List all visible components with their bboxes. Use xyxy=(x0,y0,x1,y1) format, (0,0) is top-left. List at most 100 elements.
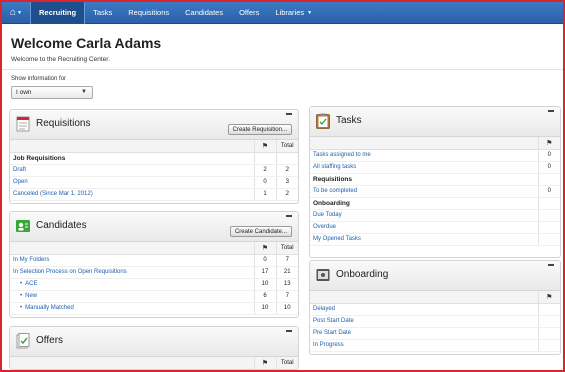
task-count: 0 xyxy=(537,149,560,162)
tasks-panel: Tasks ⚑ Tasks assigned to me 0 All staff… xyxy=(309,106,561,258)
flag-icon: ⚑ xyxy=(546,139,553,147)
bullet-icon: • xyxy=(20,281,23,287)
total-count: 7 xyxy=(275,254,298,267)
row-link[interactable]: In My Folders xyxy=(10,254,254,267)
tasks-table: ⚑ Tasks assigned to me 0 All staffing ta… xyxy=(310,137,560,246)
row-link[interactable]: Draft xyxy=(10,164,254,177)
nav-offers[interactable]: Offers xyxy=(231,2,267,24)
total-count: 3 xyxy=(275,176,298,189)
row-link[interactable]: • Manually Matched xyxy=(10,302,254,315)
table-row: To be completed 0 xyxy=(310,185,560,198)
home-menu[interactable]: ⌂ ▼ xyxy=(2,2,30,24)
nav-offers-label: Offers xyxy=(239,8,260,17)
bullet-icon: • xyxy=(20,293,23,299)
minimize-icon[interactable] xyxy=(286,330,292,332)
table-header-row: ⚑ Total xyxy=(10,242,298,255)
tasks-panel-header: Tasks xyxy=(310,107,560,137)
section-row: Requisitions xyxy=(310,173,560,186)
nav-recruiting-label: Recruiting xyxy=(39,8,77,17)
section-row: Job Requisitions xyxy=(10,152,298,165)
total-count: 13 xyxy=(275,278,298,291)
table-header-row: ⚑ Total xyxy=(10,140,298,153)
minimize-icon[interactable] xyxy=(286,215,292,217)
flag-count: 10 xyxy=(253,278,276,291)
row-link[interactable]: • New xyxy=(10,290,254,303)
row-link[interactable]: To be completed xyxy=(310,185,538,198)
row-link[interactable]: • ACE xyxy=(10,278,254,291)
table-row: All staffing tasks 0 xyxy=(310,161,560,174)
candidates-panel: Candidates Create Candidate... ⚑ Total I… xyxy=(9,211,299,318)
requisitions-title: Requisitions xyxy=(36,118,91,129)
task-count: 0 xyxy=(537,161,560,174)
nav-tasks[interactable]: Tasks xyxy=(85,2,120,24)
offers-table: ⚑ Total xyxy=(10,357,298,369)
minimize-icon[interactable] xyxy=(548,110,554,112)
table-row: Canceled (Since Mar 1, 2012) 1 2 xyxy=(10,188,298,201)
table-row: In Selection Process on Open Requisition… xyxy=(10,266,298,279)
offer-icon xyxy=(16,333,30,349)
total-count: 21 xyxy=(275,266,298,279)
nav-libraries-label: Libraries xyxy=(275,8,305,17)
page-title: Welcome Carla Adams xyxy=(11,35,162,51)
table-row: In Progress xyxy=(310,339,560,352)
row-link[interactable]: In Progress xyxy=(310,339,538,352)
row-link[interactable]: Overdue xyxy=(310,221,538,234)
create-requisition-button[interactable]: Create Requisition... xyxy=(227,124,292,135)
total-header: Total xyxy=(275,242,298,255)
section-label: Job Requisitions xyxy=(10,152,254,165)
onboarding-table: ⚑ Delayed Post Start Date Pre Start Date… xyxy=(310,291,560,352)
section-label: Onboarding xyxy=(310,197,538,210)
table-row: Post Start Date xyxy=(310,315,560,328)
table-row: In My Folders 0 7 xyxy=(10,254,298,267)
total-header: Total xyxy=(275,357,298,369)
table-row: Tasks assigned to me 0 xyxy=(310,149,560,162)
dropdown-arrow-icon: ▼ xyxy=(81,89,87,95)
flag-icon: ⚑ xyxy=(261,359,269,367)
requisitions-panel-header: Requisitions Create Requisition... xyxy=(10,110,298,140)
nav-requisitions-label: Requisitions xyxy=(128,8,170,17)
task-count: 0 xyxy=(537,185,560,198)
flag-icon: ⚑ xyxy=(261,244,269,252)
row-link[interactable]: Post Start Date xyxy=(310,315,538,328)
section-label: Requisitions xyxy=(310,173,538,186)
nav-recruiting[interactable]: Recruiting xyxy=(30,1,86,24)
row-link[interactable]: Pre Start Date xyxy=(310,327,538,340)
row-link[interactable]: All staffing tasks xyxy=(310,161,538,174)
nav-tasks-label: Tasks xyxy=(93,8,113,17)
row-link[interactable]: Due Today xyxy=(310,209,538,222)
table-row: Pre Start Date xyxy=(310,327,560,340)
row-link-text: New xyxy=(25,293,38,299)
requisition-icon xyxy=(16,116,30,132)
top-navbar: ⌂ ▼ Recruiting Tasks Requisitions Candida… xyxy=(2,1,563,24)
table-header-row: ⚑ Total xyxy=(10,357,298,369)
nav-candidates-label: Candidates xyxy=(185,8,224,17)
create-candidate-button[interactable]: Create Candidate... xyxy=(229,226,292,237)
row-link[interactable]: Delayed xyxy=(310,303,538,316)
table-row: Due Today xyxy=(310,209,560,222)
table-row: Overdue xyxy=(310,221,560,234)
owner-filter-value: I own xyxy=(16,89,32,96)
home-icon: ⌂ xyxy=(10,7,17,18)
onboarding-panel-header: Onboarding xyxy=(310,261,560,291)
offers-panel-header: Offers xyxy=(10,327,298,357)
page-subtitle: Welcome to the Recruiting Center. xyxy=(11,56,110,63)
owner-filter-select[interactable]: I own ▼ xyxy=(11,86,93,99)
row-link[interactable]: Tasks assigned to me xyxy=(310,149,538,162)
row-link[interactable]: My Opened Tasks xyxy=(310,233,538,246)
chevron-down-icon: ▼ xyxy=(307,9,313,16)
onboarding-title: Onboarding xyxy=(336,269,389,280)
table-row: Open 0 3 xyxy=(10,176,298,189)
minimize-icon[interactable] xyxy=(286,113,292,115)
nav-requisitions[interactable]: Requisitions xyxy=(120,2,177,24)
header-divider xyxy=(2,69,563,70)
minimize-icon[interactable] xyxy=(548,264,554,266)
requisitions-panel: Requisitions Create Requisition... ⚑ Tot… xyxy=(9,109,299,204)
row-link[interactable]: Open xyxy=(10,176,254,189)
nav-libraries[interactable]: Libraries ▼ xyxy=(267,2,320,24)
flag-count: 17 xyxy=(253,266,276,279)
onboarding-icon xyxy=(316,269,330,281)
nav-candidates[interactable]: Candidates xyxy=(177,2,231,24)
bullet-icon: • xyxy=(20,305,23,311)
row-link[interactable]: Canceled (Since Mar 1, 2012) xyxy=(10,188,254,201)
row-link[interactable]: In Selection Process on Open Requisition… xyxy=(10,266,254,279)
